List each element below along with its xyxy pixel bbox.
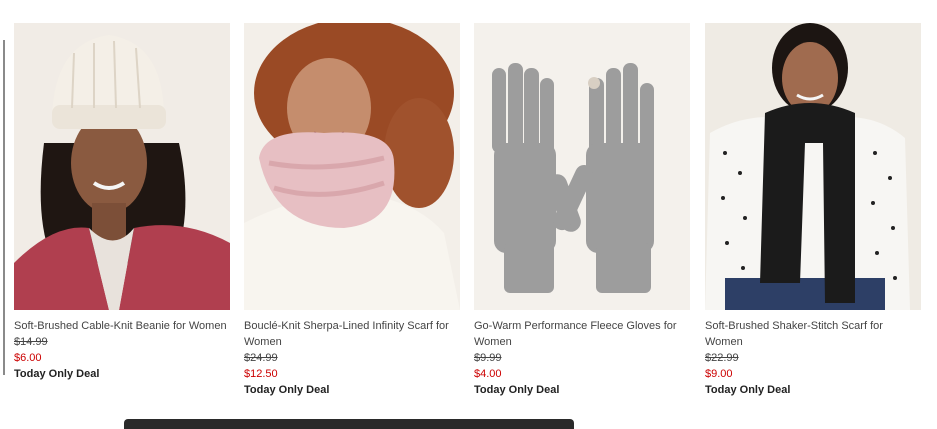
deal-label: Today Only Deal: [14, 368, 100, 380]
deal-label: Today Only Deal: [474, 384, 560, 396]
gloves-photo: [474, 23, 690, 310]
sale-price: $4.00: [474, 368, 502, 380]
product-title[interactable]: Soft-Brushed Shaker-Stitch Scarf for Wom…: [705, 318, 921, 350]
original-price: $22.99: [705, 352, 739, 364]
deal-label: Today Only Deal: [244, 384, 330, 396]
product-image-infinity-scarf[interactable]: [244, 23, 460, 310]
sale-price: $6.00: [14, 352, 42, 364]
infinity-scarf-photo: [244, 23, 460, 310]
original-price: $9.99: [474, 352, 502, 364]
product-image-beanie[interactable]: [14, 23, 230, 310]
original-price: $14.99: [14, 336, 48, 348]
sale-price: $9.00: [705, 368, 733, 380]
product-image-gloves[interactable]: [474, 23, 690, 310]
bottom-toolbar[interactable]: [124, 419, 574, 429]
product-card[interactable]: Go-Warm Performance Fleece Gloves for Wo…: [474, 23, 690, 398]
deal-label: Today Only Deal: [705, 384, 791, 396]
product-grid: Soft-Brushed Cable-Knit Beanie for Women…: [0, 0, 937, 424]
sale-price: $12.50: [244, 368, 278, 380]
product-title[interactable]: Go-Warm Performance Fleece Gloves for Wo…: [474, 318, 690, 350]
product-card[interactable]: Soft-Brushed Cable-Knit Beanie for Women…: [14, 23, 230, 382]
product-title[interactable]: Soft-Brushed Cable-Knit Beanie for Women: [14, 318, 230, 334]
beanie-photo: [14, 23, 230, 310]
product-image-shaker-scarf[interactable]: [705, 23, 921, 310]
original-price: $24.99: [244, 352, 278, 364]
product-card[interactable]: Soft-Brushed Shaker-Stitch Scarf for Wom…: [705, 23, 921, 398]
shaker-scarf-photo: [705, 23, 921, 310]
product-card[interactable]: Bouclé-Knit Sherpa-Lined Infinity Scarf …: [244, 23, 460, 398]
product-title[interactable]: Bouclé-Knit Sherpa-Lined Infinity Scarf …: [244, 318, 460, 350]
